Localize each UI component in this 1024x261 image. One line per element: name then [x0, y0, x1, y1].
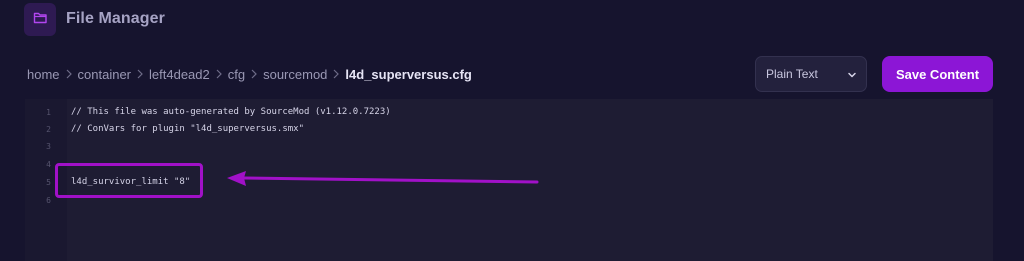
annotation-arrow — [227, 171, 539, 186]
